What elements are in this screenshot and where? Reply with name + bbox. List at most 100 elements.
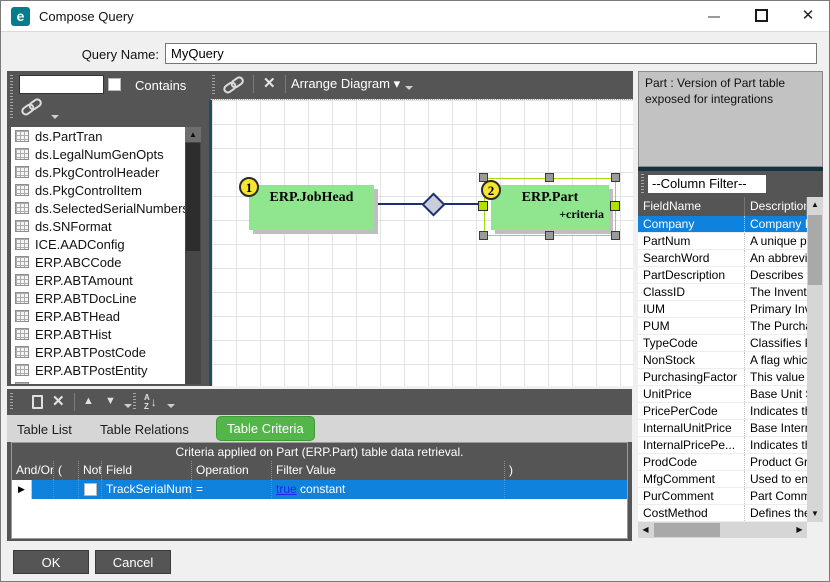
chevron-down-icon[interactable] bbox=[167, 404, 175, 408]
minimize-button[interactable] bbox=[699, 1, 729, 31]
andor-cell[interactable] bbox=[32, 480, 54, 499]
field-row[interactable]: PurchasingFactor This value i bbox=[638, 369, 807, 386]
table-list-item[interactable]: ds.SNFormat bbox=[11, 217, 185, 235]
field-cell[interactable]: TrackSerialNum bbox=[102, 480, 192, 499]
field-row[interactable]: InternalPricePe... Indicates th bbox=[638, 437, 807, 454]
criteria-row[interactable]: ▶ TrackSerialNum = true constant bbox=[12, 480, 627, 499]
table-search-input[interactable] bbox=[19, 75, 104, 94]
resize-handle[interactable] bbox=[479, 231, 488, 240]
field-row[interactable]: TypeCode Classifies P bbox=[638, 335, 807, 352]
contains-checkbox[interactable] bbox=[108, 78, 121, 91]
scroll-left-icon[interactable]: ◀ bbox=[638, 522, 653, 538]
field-row[interactable]: NonStock A flag which bbox=[638, 352, 807, 369]
table-list-item[interactable]: ERP.ABTPostCode bbox=[11, 343, 185, 361]
table-list-item[interactable]: ERP.ABCCode bbox=[11, 253, 185, 271]
not-cell[interactable] bbox=[79, 480, 102, 499]
table-list-item[interactable]: ERP.ABTAmount bbox=[11, 271, 185, 289]
scroll-up-icon[interactable]: ▲ bbox=[185, 127, 201, 142]
chevron-down-icon[interactable] bbox=[405, 86, 413, 90]
field-row[interactable]: IUM Primary Inve bbox=[638, 301, 807, 318]
resize-handle[interactable] bbox=[611, 173, 620, 182]
maximize-button[interactable] bbox=[747, 1, 777, 31]
resize-handle[interactable] bbox=[611, 231, 620, 240]
toolbar-grip[interactable] bbox=[212, 75, 215, 95]
field-row[interactable]: InternalUnitPrice Base Intern bbox=[638, 420, 807, 437]
tab-table-list[interactable]: Table List bbox=[17, 422, 72, 437]
column-header-operation[interactable]: Operation bbox=[192, 461, 272, 480]
scroll-up-icon[interactable]: ▲ bbox=[807, 197, 823, 213]
field-row[interactable]: UnitPrice Base Unit S bbox=[638, 386, 807, 403]
table-list-item[interactable]: ds.SelectedSerialNumbers bbox=[11, 199, 185, 217]
query-name-input[interactable] bbox=[165, 43, 817, 64]
field-row[interactable]: Company Company Ide bbox=[638, 216, 807, 233]
column-header-field[interactable]: Field bbox=[102, 461, 192, 480]
column-header-description[interactable]: Description bbox=[745, 197, 807, 216]
scroll-down-icon[interactable]: ▼ bbox=[807, 506, 823, 522]
table-list-item[interactable]: ICE.AADConfig bbox=[11, 235, 185, 253]
column-header-close-paren[interactable]: ) bbox=[505, 461, 627, 480]
field-grid-hscrollbar[interactable]: ◀ ▶ bbox=[638, 522, 807, 538]
tab-table-relations[interactable]: Table Relations bbox=[100, 422, 189, 437]
column-header-filter-value[interactable]: Filter Value bbox=[272, 461, 505, 480]
table-list-item[interactable]: ds.PkgControlHeader bbox=[11, 163, 185, 181]
field-row[interactable]: ClassID The Invento bbox=[638, 284, 807, 301]
field-row[interactable]: PricePerCode Indicates th bbox=[638, 403, 807, 420]
diagram-canvas[interactable]: ERP.JobHead 1 ERP.Part +criteria 2 bbox=[209, 99, 633, 386]
move-down-icon[interactable]: ▼ bbox=[105, 395, 116, 407]
field-row[interactable]: CostMethod Defines the bbox=[638, 505, 807, 522]
field-row[interactable]: SearchWord An abbrevia bbox=[638, 250, 807, 267]
scrollbar-thumb[interactable] bbox=[654, 523, 720, 537]
sort-icon[interactable]: AZ ↓ bbox=[144, 393, 157, 411]
filter-value-cell[interactable]: true constant bbox=[272, 480, 505, 499]
relation-diamond[interactable] bbox=[421, 192, 445, 216]
column-header-open-paren[interactable]: ( bbox=[54, 461, 79, 480]
table-list-item[interactable]: ERP.ABTDocLine bbox=[11, 289, 185, 307]
scrollbar-thumb[interactable] bbox=[186, 143, 200, 251]
table-list-item[interactable]: ds.PkgControlItem bbox=[11, 181, 185, 199]
table-list-item[interactable]: ERP.ABTHist bbox=[11, 325, 185, 343]
filter-value-link[interactable]: true bbox=[276, 482, 297, 496]
ok-button[interactable]: OK bbox=[13, 550, 89, 574]
arrange-diagram-button[interactable]: Arrange Diagram ▾ bbox=[291, 76, 400, 92]
field-row[interactable]: MfgComment Used to ent bbox=[638, 471, 807, 488]
column-header-andor[interactable]: And/Or bbox=[12, 461, 54, 480]
close-paren-cell[interactable] bbox=[505, 480, 627, 499]
column-filter-select[interactable]: --Column Filter-- bbox=[648, 175, 766, 193]
table-list-scrollbar[interactable]: ▲ bbox=[185, 127, 201, 384]
tab-table-criteria[interactable]: Table Criteria bbox=[216, 416, 315, 441]
node-erp-part[interactable]: ERP.Part +criteria bbox=[491, 185, 609, 230]
link-icon[interactable] bbox=[219, 72, 250, 102]
cancel-button[interactable]: Cancel bbox=[95, 550, 171, 574]
field-row[interactable]: PartDescription Describes th bbox=[638, 267, 807, 284]
table-list-item[interactable]: ERP.ABTHead bbox=[11, 307, 185, 325]
toolbar-grip[interactable] bbox=[10, 75, 13, 119]
table-list-item[interactable]: ds.LegalNumGenOpts bbox=[11, 145, 185, 163]
scrollbar-thumb[interactable] bbox=[808, 215, 822, 285]
connection-point[interactable] bbox=[478, 201, 488, 211]
field-row[interactable]: PartNum A unique pa bbox=[638, 233, 807, 250]
row-selector-icon[interactable]: ▶ bbox=[12, 480, 32, 499]
toolbar-grip[interactable] bbox=[641, 174, 644, 194]
chevron-down-icon[interactable] bbox=[124, 404, 132, 408]
delete-icon[interactable]: ✕ bbox=[263, 74, 276, 92]
field-row[interactable]: PUM The Purcha bbox=[638, 318, 807, 335]
open-paren-cell[interactable] bbox=[54, 480, 79, 499]
field-row[interactable]: ProdCode Product Gro bbox=[638, 454, 807, 471]
field-row[interactable]: PurComment Part Comme bbox=[638, 488, 807, 505]
move-up-icon[interactable]: ▲ bbox=[83, 395, 94, 407]
toolbar-grip[interactable] bbox=[133, 393, 136, 411]
column-header-fieldname[interactable]: FieldName bbox=[638, 197, 745, 216]
close-button[interactable]: ✕ bbox=[793, 1, 823, 31]
chevron-down-icon[interactable] bbox=[51, 115, 59, 119]
toolbar-grip[interactable] bbox=[10, 393, 13, 411]
delete-icon[interactable]: ✕ bbox=[52, 392, 65, 410]
field-grid-vscrollbar[interactable]: ▲ ▼ bbox=[807, 197, 823, 522]
scroll-right-icon[interactable]: ▶ bbox=[792, 522, 807, 538]
new-row-icon[interactable] bbox=[32, 395, 43, 409]
table-list-item[interactable]: ERP.ABTPostEntity bbox=[11, 361, 185, 379]
operation-cell[interactable]: = bbox=[192, 480, 272, 499]
table-list-item[interactable]: ERP.ABTQGrp bbox=[11, 379, 185, 384]
resize-handle[interactable] bbox=[545, 173, 554, 182]
table-list-item[interactable]: ds.PartTran bbox=[11, 127, 185, 145]
column-header-not[interactable]: Not bbox=[79, 461, 102, 480]
